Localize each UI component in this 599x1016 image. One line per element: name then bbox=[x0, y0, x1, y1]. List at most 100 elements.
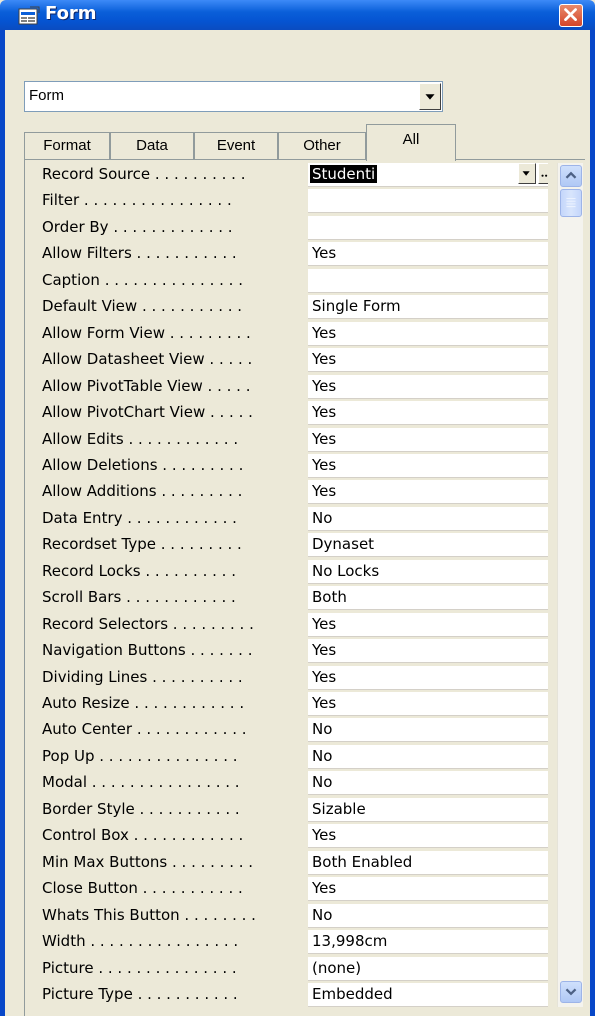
tab-format-label: Format bbox=[43, 137, 91, 154]
property-value-field[interactable]: No bbox=[308, 771, 548, 795]
property-label: Control Box . . . . . . . . . . . . bbox=[42, 826, 244, 844]
property-label: Allow Datasheet View . . . . . bbox=[42, 350, 253, 368]
property-row[interactable]: Allow PivotTable View . . . . . Yes bbox=[28, 374, 548, 400]
property-value-field[interactable]: Dynaset bbox=[308, 533, 548, 557]
property-value-field[interactable]: Single Form bbox=[308, 295, 548, 319]
property-row[interactable]: Dividing Lines . . . . . . . . . . Yes bbox=[28, 665, 548, 691]
property-value-field[interactable]: Studenti bbox=[308, 163, 548, 187]
property-value-field[interactable]: Both bbox=[308, 586, 548, 610]
title-bar[interactable]: Form bbox=[0, 0, 595, 30]
property-row[interactable]: Allow Datasheet View . . . . . Yes bbox=[28, 347, 548, 373]
property-label: Allow PivotChart View . . . . . bbox=[42, 403, 253, 421]
property-value-field[interactable]: Yes bbox=[308, 428, 548, 452]
property-row[interactable]: Allow Edits . . . . . . . . . . . . Yes bbox=[28, 427, 548, 453]
property-value-field[interactable]: Yes bbox=[308, 824, 548, 848]
property-row[interactable]: Pop Up . . . . . . . . . . . . . . . No bbox=[28, 744, 548, 770]
property-value: Yes bbox=[312, 694, 337, 712]
property-row[interactable]: Width . . . . . . . . . . . . . . . . 13,… bbox=[28, 929, 548, 955]
property-row[interactable]: Recordset Type . . . . . . . . . Dynaset bbox=[28, 532, 548, 558]
property-value-field[interactable]: 13,998cm bbox=[308, 930, 548, 954]
vertical-scrollbar[interactable] bbox=[557, 163, 583, 1007]
property-row[interactable]: Auto Center . . . . . . . . . . . . No bbox=[28, 717, 548, 743]
property-value-field[interactable]: Yes bbox=[308, 480, 548, 504]
scroll-down-button[interactable] bbox=[560, 981, 582, 1003]
property-row[interactable]: Allow Filters . . . . . . . . . . . Yes bbox=[28, 241, 548, 267]
property-value: No bbox=[312, 747, 333, 765]
property-row[interactable]: Allow Additions . . . . . . . . . Yes bbox=[28, 479, 548, 505]
property-row[interactable]: Allow PivotChart View . . . . . Yes bbox=[28, 400, 548, 426]
property-row[interactable]: Scroll Bars . . . . . . . . . . . . Both bbox=[28, 585, 548, 611]
property-value-field[interactable]: Both Enabled bbox=[308, 851, 548, 875]
record-source-dropdown-button[interactable] bbox=[518, 163, 536, 184]
scroll-up-button[interactable] bbox=[560, 165, 582, 187]
property-value-field[interactable]: No bbox=[308, 507, 548, 531]
property-row[interactable]: Allow Deletions . . . . . . . . . Yes bbox=[28, 453, 548, 479]
property-value: Studenti bbox=[310, 165, 378, 183]
property-row[interactable]: Record Locks . . . . . . . . . . No Locks bbox=[28, 559, 548, 585]
tab-data[interactable]: Data bbox=[110, 132, 194, 160]
property-value-field[interactable]: Yes bbox=[308, 348, 548, 372]
property-row[interactable]: Navigation Buttons . . . . . . . Yes bbox=[28, 638, 548, 664]
property-label: Order By . . . . . . . . . . . . . bbox=[42, 218, 233, 236]
tab-all[interactable]: All bbox=[366, 124, 456, 161]
property-value: No bbox=[312, 720, 333, 738]
property-row[interactable]: Picture . . . . . . . . . . . . . . . (no… bbox=[28, 956, 548, 982]
property-value-field[interactable]: No bbox=[308, 718, 548, 742]
property-value-field[interactable] bbox=[308, 269, 548, 293]
property-label: Pop Up . . . . . . . . . . . . . . . bbox=[42, 747, 238, 765]
property-row[interactable]: Caption . . . . . . . . . . . . . . . bbox=[28, 268, 548, 294]
property-value-field[interactable]: (none) bbox=[308, 957, 548, 981]
property-value-field[interactable]: Yes bbox=[308, 454, 548, 478]
property-label: Record Locks . . . . . . . . . . bbox=[42, 562, 236, 580]
object-selector-dropdown-button[interactable] bbox=[419, 83, 441, 110]
property-value-field[interactable]: No bbox=[308, 745, 548, 769]
property-value-field[interactable]: Yes bbox=[308, 639, 548, 663]
property-value-field[interactable]: Yes bbox=[308, 375, 548, 399]
property-row[interactable]: Record Selectors . . . . . . . . . Yes bbox=[28, 612, 548, 638]
property-value-field[interactable] bbox=[308, 216, 548, 240]
tab-event[interactable]: Event bbox=[194, 132, 278, 160]
property-row[interactable]: Default View . . . . . . . . . . . Single… bbox=[28, 294, 548, 320]
property-value: Embedded bbox=[312, 985, 393, 1003]
property-value-field[interactable]: Embedded bbox=[308, 983, 548, 1007]
property-row[interactable]: Min Max Buttons . . . . . . . . . Both En… bbox=[28, 850, 548, 876]
property-value: Single Form bbox=[312, 297, 401, 315]
property-value-field[interactable]: Sizable bbox=[308, 798, 548, 822]
property-row[interactable]: Filter . . . . . . . . . . . . . . . . bbox=[28, 188, 548, 214]
property-value-field[interactable] bbox=[308, 189, 548, 213]
property-label: Record Source . . . . . . . . . . bbox=[42, 165, 246, 183]
object-selector-combo[interactable]: Form bbox=[24, 81, 443, 112]
builder-button[interactable] bbox=[538, 163, 548, 184]
property-label: Recordset Type . . . . . . . . . bbox=[42, 535, 242, 553]
property-value-field[interactable]: Yes bbox=[308, 322, 548, 346]
property-label: Min Max Buttons . . . . . . . . . bbox=[42, 853, 254, 871]
property-value-field[interactable]: No Locks bbox=[308, 560, 548, 584]
property-label: Auto Resize . . . . . . . . . . . . bbox=[42, 694, 245, 712]
property-value-field[interactable]: Yes bbox=[308, 401, 548, 425]
property-value-field[interactable]: Yes bbox=[308, 242, 548, 266]
property-value-field[interactable]: No bbox=[308, 904, 548, 928]
property-label: Allow Deletions . . . . . . . . . bbox=[42, 456, 244, 474]
property-row[interactable]: Record Source . . . . . . . . . . Student… bbox=[28, 162, 548, 188]
property-row[interactable]: Modal . . . . . . . . . . . . . . . . No bbox=[28, 770, 548, 796]
property-row[interactable]: Picture Type . . . . . . . . . . . Embedd… bbox=[28, 982, 548, 1008]
close-button[interactable] bbox=[559, 4, 583, 27]
scroll-thumb[interactable] bbox=[560, 189, 582, 217]
property-row[interactable]: Auto Resize . . . . . . . . . . . . Yes bbox=[28, 691, 548, 717]
property-row[interactable]: Allow Form View . . . . . . . . . Yes bbox=[28, 321, 548, 347]
property-row[interactable]: Control Box . . . . . . . . . . . . Yes bbox=[28, 823, 548, 849]
property-row[interactable]: Order By . . . . . . . . . . . . . bbox=[28, 215, 548, 241]
tab-format[interactable]: Format bbox=[24, 132, 110, 160]
property-value-field[interactable]: Yes bbox=[308, 692, 548, 716]
property-row[interactable]: Close Button . . . . . . . . . . . Yes bbox=[28, 876, 548, 902]
property-value-field[interactable]: Yes bbox=[308, 613, 548, 637]
tab-other[interactable]: Other bbox=[278, 132, 366, 160]
property-row[interactable]: Border Style . . . . . . . . . . . Sizabl… bbox=[28, 797, 548, 823]
property-value-field[interactable]: Yes bbox=[308, 877, 548, 901]
property-label: Caption . . . . . . . . . . . . . . . bbox=[42, 271, 243, 289]
tab-strip: Format Data Event Other All bbox=[24, 124, 458, 161]
property-label: Picture . . . . . . . . . . . . . . . bbox=[42, 959, 237, 977]
property-row[interactable]: Whats This Button . . . . . . . . No bbox=[28, 903, 548, 929]
property-value-field[interactable]: Yes bbox=[308, 666, 548, 690]
property-row[interactable]: Data Entry . . . . . . . . . . . . No bbox=[28, 506, 548, 532]
